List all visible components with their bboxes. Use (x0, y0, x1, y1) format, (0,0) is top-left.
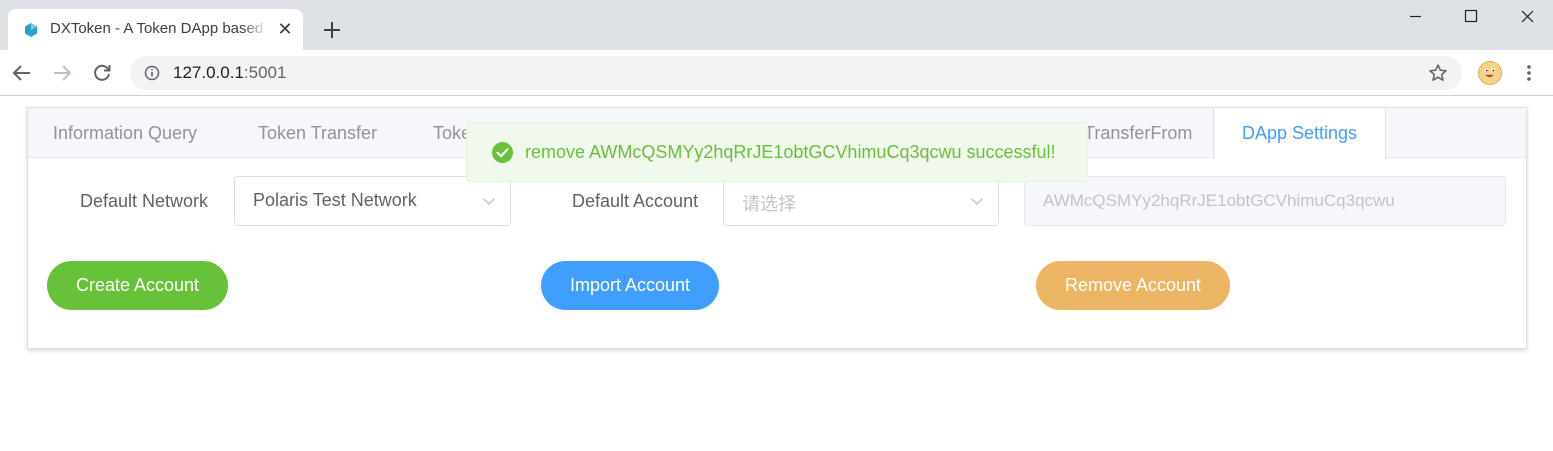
chevron-down-icon (482, 197, 496, 206)
remove-account-button[interactable]: Remove Account (1036, 261, 1230, 310)
tab-title: DXToken - A Token DApp based on Neo (50, 20, 268, 40)
back-arrow-icon[interactable] (10, 61, 34, 85)
favicon-icon (25, 23, 37, 37)
reload-icon[interactable] (90, 61, 114, 85)
url-text: 127.0.0.1:5001 (173, 63, 286, 83)
url-port: :5001 (243, 63, 287, 82)
tab-information-query[interactable]: Information Query (53, 108, 197, 158)
url-host: 127.0.0.1 (173, 63, 244, 82)
toast-message: remove AWMcQSMYy2hqRrJE1obtGCVhimuCq3qcw… (525, 142, 1056, 162)
window-close-icon[interactable] (1499, 0, 1553, 34)
success-toast: remove AWMcQSMYy2hqRrJE1obtGCVhimuCq3qcw… (466, 122, 1088, 182)
default-account-placeholder: 请选择 (742, 194, 796, 214)
close-icon[interactable]: ✕ (276, 20, 294, 38)
address-bar[interactable]: 127.0.0.1:5001 (130, 56, 1462, 90)
tab-dapp-settings[interactable]: DApp Settings (1213, 108, 1386, 159)
star-icon[interactable] (1428, 63, 1448, 83)
menu-dots-icon[interactable] (1519, 61, 1539, 85)
browser-toolbar: 127.0.0.1:5001 (0, 50, 1553, 96)
plus-icon[interactable] (318, 16, 346, 44)
account-address-value: AWMcQSMYy2hqRrJE1obtGCVhimuCq3qcwu (1043, 191, 1395, 210)
default-account-label: Default Account (572, 191, 699, 211)
default-network-value: Polaris Test Network (253, 190, 417, 210)
default-account-select[interactable]: 请选择 (723, 176, 999, 226)
minimize-icon[interactable] (1388, 0, 1444, 34)
tab-token-transfer[interactable]: Token Transfer (258, 108, 377, 158)
browser-tab[interactable]: DXToken - A Token DApp based on Neo ✕ (8, 9, 303, 50)
forward-arrow-icon[interactable] (50, 61, 74, 85)
browser-tabstrip: DXToken - A Token DApp based on Neo ✕ (0, 0, 1553, 50)
tab-transfer-from[interactable]: TransferFrom (1084, 108, 1192, 158)
default-network-select[interactable]: Polaris Test Network (234, 176, 511, 226)
check-circle-icon (492, 142, 513, 163)
profile-avatar-icon[interactable] (1478, 61, 1502, 85)
maximize-icon[interactable] (1444, 0, 1500, 34)
account-address-field: AWMcQSMYy2hqRrJE1obtGCVhimuCq3qcwu (1024, 176, 1506, 226)
import-account-button[interactable]: Import Account (541, 261, 719, 310)
create-account-button[interactable]: Create Account (47, 261, 228, 310)
info-icon[interactable] (144, 65, 160, 81)
chevron-down-icon (970, 197, 984, 206)
default-network-label: Default Network (80, 191, 209, 211)
